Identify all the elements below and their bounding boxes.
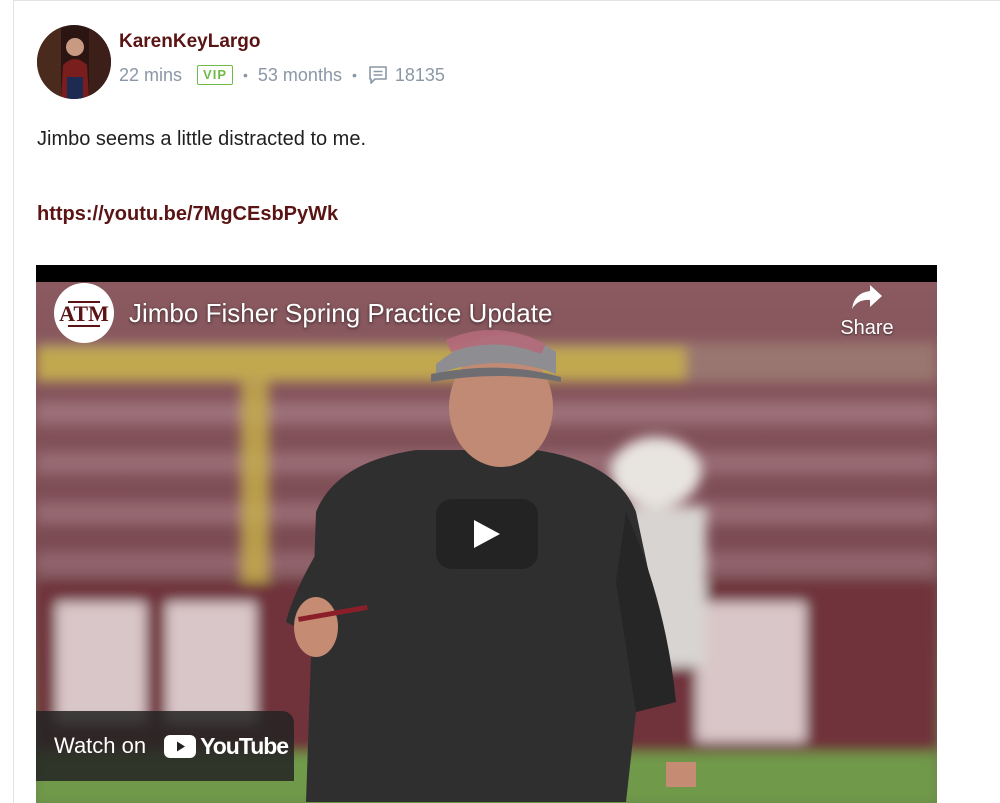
- video-title[interactable]: Jimbo Fisher Spring Practice Update: [129, 298, 552, 329]
- youtube-wordmark: YouTube: [200, 732, 289, 759]
- member-tenure: 53 months: [257, 64, 342, 85]
- post-link[interactable]: https://youtu.be/7MgCEsbPyWk: [37, 203, 338, 226]
- channel-logo[interactable]: ATM: [54, 283, 114, 343]
- post-time: 22 mins: [119, 64, 183, 85]
- separator-dot: •: [351, 67, 357, 83]
- separator-dot: •: [243, 67, 248, 83]
- comment-count-value: 18135: [394, 64, 445, 85]
- username[interactable]: KarenKeyLargo: [119, 31, 261, 53]
- channel-logo-text: ATM: [59, 301, 109, 326]
- play-button[interactable]: [436, 499, 538, 569]
- share-arrow-icon: [852, 285, 882, 309]
- post-meta: 22 mins VIP • 53 months • 18135: [119, 63, 445, 87]
- youtube-icon: [164, 734, 197, 758]
- watch-on-youtube-button[interactable]: Watch on YouTube: [36, 711, 294, 781]
- youtube-logo: YouTube: [164, 732, 289, 760]
- vip-badge: VIP: [197, 65, 233, 85]
- comment-icon: [369, 66, 387, 84]
- comment-count[interactable]: 18135: [367, 64, 445, 86]
- play-icon: [474, 520, 500, 548]
- avatar[interactable]: [37, 25, 111, 99]
- video-embed[interactable]: ATM Jimbo Fisher Spring Practice Update …: [36, 265, 937, 803]
- share-button[interactable]: Share: [832, 283, 902, 340]
- post-body: Jimbo seems a little distracted to me.: [37, 128, 367, 150]
- share-label: Share: [840, 317, 894, 339]
- watch-on-label: Watch on: [54, 733, 147, 758]
